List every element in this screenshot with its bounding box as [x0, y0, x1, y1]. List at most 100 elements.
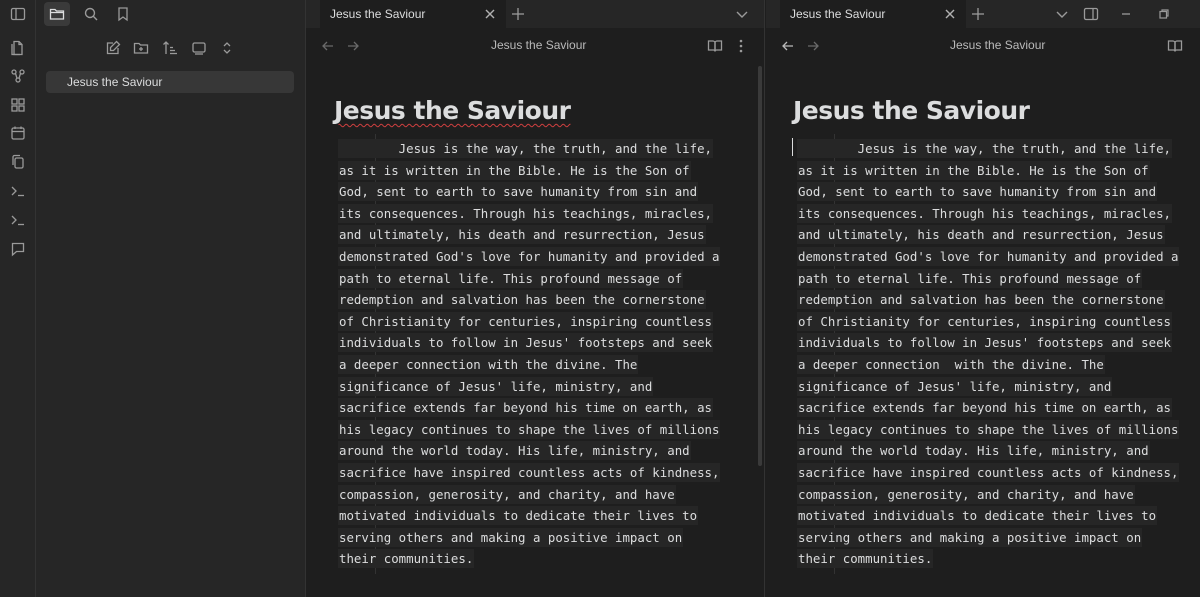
text-line: path to eternal life. This profound mess… [338, 268, 720, 290]
view-header: Jesus the Saviour [306, 32, 764, 60]
text-line: his legacy continues to shape the lives … [797, 419, 1180, 441]
left-ribbon [0, 0, 36, 597]
new-tab-icon[interactable] [508, 4, 528, 24]
chevron-down-icon[interactable] [732, 4, 752, 24]
text-line-content: demonstrated God's love for humanity and… [797, 246, 1180, 266]
text-cursor [792, 138, 793, 156]
new-folder-icon[interactable] [129, 36, 153, 60]
text-line: sacrifice have inspired countless acts o… [338, 462, 721, 484]
scrollbar[interactable] [758, 66, 762, 466]
text-line-content: significance of Jesus' life, ministry, a… [797, 376, 1113, 396]
text-line: significance of Jesus' life, ministry, a… [797, 376, 1179, 398]
search-icon[interactable] [78, 2, 104, 26]
arrow-right-icon[interactable] [343, 36, 363, 56]
text-line: his legacy continues to shape the lives … [338, 419, 721, 441]
new-note-icon[interactable] [101, 36, 125, 60]
text-line-content: and ultimately, his death and resurrecti… [338, 225, 706, 245]
bookmark-icon[interactable] [110, 2, 136, 26]
text-line-content: of Christianity for centuries, inspiring… [797, 311, 1172, 331]
tab-jesus-the-saviour[interactable]: Jesus the Saviour [320, 0, 506, 28]
collapse-view-icon[interactable] [187, 36, 211, 60]
text-line: individuals to follow in Jesus' footstep… [338, 332, 720, 354]
text-line: as it is written in the Bible. He is the… [338, 160, 720, 182]
document-content[interactable]: Jesus the Saviour Jesus is the way, the … [793, 94, 1180, 574]
text-line-content: motivated individuals to dedicate their … [797, 506, 1158, 526]
text-line: as it is written in the Bible. He is the… [797, 160, 1179, 182]
text-line-content: compassion, generosity, and charity, and… [338, 484, 676, 504]
text-line-content: God, sent to earth to save humanity from… [797, 182, 1158, 202]
arrow-right-icon[interactable] [803, 36, 823, 56]
files-icon[interactable] [6, 36, 30, 60]
document-title: Jesus the Saviour [793, 96, 1030, 125]
text-line-content: around the world today. His life, minist… [338, 441, 691, 461]
text-line-content: serving others and making a positive imp… [797, 527, 1143, 547]
text-line-content: and ultimately, his death and resurrecti… [797, 225, 1165, 245]
minimize-icon[interactable] [1116, 4, 1136, 24]
text-line-content: a deeper connection with the divine. The [338, 354, 639, 374]
editor-pane-right: Jesus the Saviour Jesus the Saviour Jesu… [766, 0, 1200, 597]
expand-collapse-icon[interactable] [215, 36, 239, 60]
text-line-content: their communities. [797, 549, 934, 569]
new-tab-icon[interactable] [968, 4, 988, 24]
tab-jesus-the-saviour[interactable]: Jesus the Saviour [780, 0, 966, 28]
text-line: around the world today. His life, minist… [338, 440, 720, 462]
tab-bar: Jesus the Saviour [766, 0, 1200, 28]
terminal-icon[interactable] [6, 208, 30, 232]
view-header-title[interactable]: Jesus the Saviour [491, 38, 586, 52]
more-options-icon[interactable] [731, 36, 751, 56]
view-header-title[interactable]: Jesus the Saviour [950, 38, 1045, 52]
text-line-content: their communities. [338, 549, 475, 569]
sort-icon[interactable] [158, 36, 182, 60]
editor-pane-left: Jesus the Saviour Jesus the Saviour Jesu… [306, 0, 765, 597]
text-line: of Christianity for centuries, inspiring… [338, 311, 720, 333]
sidebar-toggle-icon[interactable] [6, 2, 30, 26]
document-content[interactable]: Jesus the Saviour Jesus is the way, the … [334, 94, 721, 574]
text-line: serving others and making a positive imp… [797, 527, 1179, 549]
text-line: motivated individuals to dedicate their … [797, 505, 1179, 527]
graph-icon[interactable] [6, 64, 30, 88]
chevron-down-icon[interactable] [1052, 4, 1072, 24]
tab-bar: Jesus the Saviour [306, 0, 764, 28]
text-lines: Jesus is the way, the truth, and the lif… [797, 138, 1180, 570]
file-explorer-sidebar: Jesus the Saviour [36, 0, 306, 597]
text-line-content: Jesus is the way, the truth, and the lif… [338, 139, 713, 158]
canvas-icon[interactable] [6, 93, 30, 117]
text-line: and ultimately, his death and resurrecti… [797, 224, 1179, 246]
text-line: redemption and salvation has been the co… [797, 289, 1179, 311]
text-line-content: sacrifice have inspired countless acts o… [338, 462, 721, 482]
text-line: serving others and making a positive imp… [338, 527, 720, 549]
reading-view-icon[interactable] [705, 36, 725, 56]
document-title: Jesus the Saviour [334, 96, 571, 125]
comment-icon[interactable] [6, 237, 30, 261]
close-icon[interactable] [942, 6, 958, 22]
text-line: a deeper connection with the divine. The [338, 354, 720, 376]
text-line-content: redemption and salvation has been the co… [338, 290, 706, 310]
text-line: compassion, generosity, and charity, and… [797, 484, 1179, 506]
text-line-content: sacrifice have inspired countless acts o… [797, 462, 1180, 482]
calendar-icon[interactable] [6, 121, 30, 145]
text-line: sacrifice extends far beyond his time on… [797, 397, 1179, 419]
text-line: Jesus is the way, the truth, and the lif… [338, 138, 720, 160]
text-line: around the world today. His life, minist… [797, 440, 1179, 462]
folder-icon[interactable] [44, 2, 70, 26]
right-sidebar-toggle-icon[interactable] [1081, 4, 1101, 24]
text-line-content: his legacy continues to shape the lives … [338, 419, 721, 439]
text-line: sacrifice extends far beyond his time on… [338, 397, 720, 419]
text-line: God, sent to earth to save humanity from… [797, 181, 1179, 203]
text-line: its consequences. Through his teachings,… [338, 203, 720, 225]
text-line-content: motivated individuals to dedicate their … [338, 506, 699, 526]
close-icon[interactable] [482, 6, 498, 22]
arrow-left-icon[interactable] [778, 36, 798, 56]
restore-window-icon[interactable] [1154, 4, 1174, 24]
text-line: sacrifice have inspired countless acts o… [797, 462, 1180, 484]
copy-icon[interactable] [6, 150, 30, 174]
text-line-content: path to eternal life. This profound mess… [338, 268, 684, 288]
file-tree-item[interactable]: Jesus the Saviour [46, 71, 294, 93]
text-line: path to eternal life. This profound mess… [797, 268, 1179, 290]
text-line-content: as it is written in the Bible. He is the… [338, 160, 691, 180]
reading-view-icon[interactable] [1165, 36, 1185, 56]
terminal-icon[interactable] [6, 179, 30, 203]
text-line: God, sent to earth to save humanity from… [338, 181, 720, 203]
arrow-left-icon[interactable] [318, 36, 338, 56]
view-header: Jesus the Saviour [766, 32, 1200, 60]
